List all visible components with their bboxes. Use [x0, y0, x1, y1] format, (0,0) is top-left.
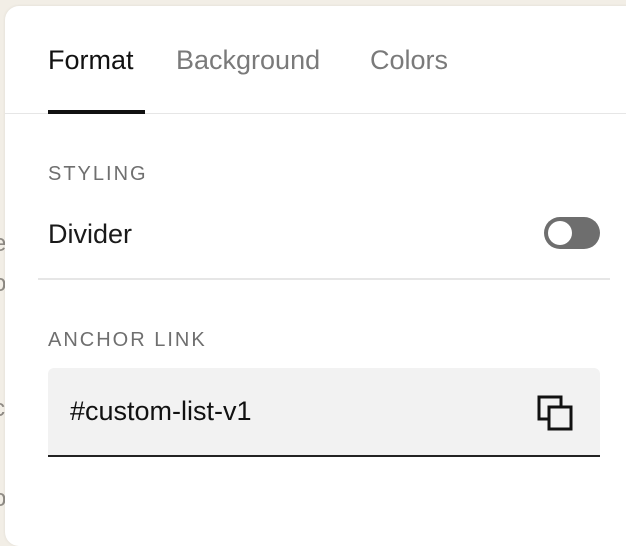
- divider-label: Divider: [48, 219, 133, 249]
- copy-button[interactable]: [534, 392, 578, 436]
- copy-icon: [537, 395, 573, 431]
- toggle-knob: [548, 221, 572, 245]
- divider-toggle[interactable]: [544, 217, 600, 249]
- tab-format[interactable]: Format: [48, 44, 134, 76]
- tab-bar: Format Background Colors: [5, 6, 626, 114]
- active-tab-indicator: [48, 110, 145, 114]
- tab-colors[interactable]: Colors: [370, 44, 448, 76]
- styling-section-heading: STYLING: [48, 163, 148, 185]
- anchor-link-section-heading: ANCHOR LINK: [48, 329, 207, 351]
- anchor-link-value[interactable]: #custom-list-v1: [70, 395, 252, 427]
- section-divider: [38, 278, 610, 280]
- tab-background[interactable]: Background: [176, 44, 320, 76]
- anchor-link-field[interactable]: #custom-list-v1: [48, 368, 600, 457]
- block-settings-panel: Format Background Colors STYLING Divider…: [5, 6, 626, 546]
